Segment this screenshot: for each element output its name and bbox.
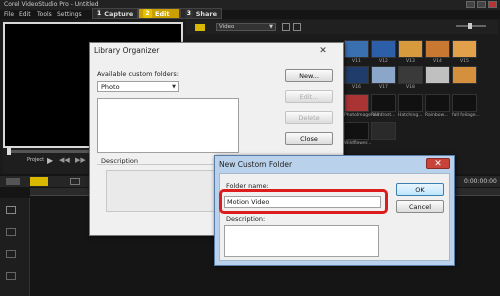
media-thumb[interactable] xyxy=(398,66,423,84)
description-input[interactable] xyxy=(224,225,379,257)
thumb-label: V16 xyxy=(352,85,361,90)
folder-list[interactable] xyxy=(97,98,239,153)
media-thumb[interactable] xyxy=(425,40,450,58)
minimize-button[interactable] xyxy=(466,1,475,8)
description-box xyxy=(106,170,216,212)
thumb-label: V14 xyxy=(433,59,442,64)
window-controls xyxy=(466,1,497,8)
timeline-view-icon[interactable] xyxy=(30,177,48,186)
thumb-label: Wildflower... xyxy=(344,141,372,146)
delete-folder-button[interactable]: Delete xyxy=(285,111,333,124)
undo-icon[interactable] xyxy=(70,178,80,185)
close-icon[interactable]: ✕ xyxy=(426,158,450,169)
media-thumb[interactable] xyxy=(371,94,396,112)
cancel-button[interactable]: Cancel xyxy=(396,200,444,213)
media-thumb[interactable] xyxy=(398,40,423,58)
import-media-icon[interactable] xyxy=(282,23,290,31)
media-thumb[interactable] xyxy=(425,66,450,84)
thumb-label: V11 xyxy=(352,59,361,64)
app-title-bar: Corel VideoStudio Pro - Untitled xyxy=(0,0,500,10)
media-thumb[interactable] xyxy=(452,66,477,84)
video-track-icon[interactable] xyxy=(6,206,16,214)
menu-bar: File Edit Tools Settings xyxy=(0,10,500,19)
available-folders-label: Available custom folders: xyxy=(97,70,179,78)
play-icon[interactable]: ▶ xyxy=(47,156,53,165)
scrubber-handle[interactable] xyxy=(7,148,11,155)
thumb-label: Rainfrost... xyxy=(371,113,396,118)
chevron-down-icon: ▼ xyxy=(269,24,273,30)
thumb-label: V17 xyxy=(379,85,388,90)
sort-icon[interactable] xyxy=(293,23,301,31)
close-dialog-button[interactable]: Close xyxy=(285,132,333,145)
new-custom-folder-dialog: New Custom Folder ✕ Folder name: Motion … xyxy=(214,155,455,266)
menu-file[interactable]: File xyxy=(4,11,14,18)
media-thumb[interactable] xyxy=(371,66,396,84)
media-thumb[interactable] xyxy=(344,40,369,58)
next-frame-icon[interactable]: ▶▶ xyxy=(75,156,86,164)
library-organizer-titlebar: Library Organizer xyxy=(90,43,343,57)
menu-tools[interactable]: Tools xyxy=(37,11,52,18)
thumb-label: V18 xyxy=(406,85,415,90)
folder-select[interactable]: Photo ▼ xyxy=(97,81,179,92)
previous-frame-icon[interactable]: ◀◀ xyxy=(59,156,70,164)
track-headers xyxy=(0,198,30,296)
media-thumb[interactable] xyxy=(344,66,369,84)
storyboard-view-icon[interactable] xyxy=(6,178,20,185)
media-thumb[interactable] xyxy=(344,94,369,112)
voice-track-icon[interactable] xyxy=(6,272,16,280)
menu-settings[interactable]: Settings xyxy=(57,11,82,18)
step-edit[interactable]: 2 Edit xyxy=(138,8,180,19)
media-thumb[interactable] xyxy=(425,94,450,112)
thumb-label: V12 xyxy=(379,59,388,64)
thumb-label: V15 xyxy=(460,59,469,64)
dialog-title: Library Organizer xyxy=(94,45,160,55)
edit-folder-button[interactable]: Edit... xyxy=(285,90,333,103)
thumb-label: fall foliage... xyxy=(452,113,480,118)
ok-button[interactable]: OK xyxy=(396,183,444,196)
dialog-title: New Custom Folder xyxy=(219,159,293,169)
overlay-track-icon[interactable] xyxy=(6,228,16,236)
folder-icon[interactable] xyxy=(195,24,205,31)
thumb-label: Hatching... xyxy=(398,113,423,118)
media-thumb[interactable] xyxy=(452,40,477,58)
menu-edit[interactable]: Edit xyxy=(19,11,31,18)
media-thumb[interactable] xyxy=(371,40,396,58)
maximize-button[interactable] xyxy=(477,1,486,8)
step-share[interactable]: 3 Share xyxy=(180,8,222,19)
title-track-icon[interactable] xyxy=(6,250,16,258)
slider-handle[interactable] xyxy=(468,23,472,29)
media-thumb[interactable] xyxy=(452,94,477,112)
media-thumb[interactable] xyxy=(344,122,369,140)
workflow-steps: 1 Capture 2 Edit 3 Share xyxy=(92,8,222,19)
close-button[interactable] xyxy=(488,1,497,8)
description-label: Description: xyxy=(226,215,266,223)
library-category-select[interactable]: Video ▼ xyxy=(216,23,276,31)
chevron-down-icon: ▼ xyxy=(172,84,176,90)
highlight-box xyxy=(219,189,388,214)
project-mode-label[interactable]: Project xyxy=(27,157,44,163)
media-thumb[interactable] xyxy=(398,94,423,112)
close-icon[interactable]: ✕ xyxy=(309,45,337,56)
thumb-label: V13 xyxy=(406,59,415,64)
media-thumb[interactable] xyxy=(371,122,396,140)
timecode-display: 0:00:00:00 xyxy=(464,178,497,185)
step-capture[interactable]: 1 Capture xyxy=(92,8,138,19)
app-title: Corel VideoStudio Pro - Untitled xyxy=(4,1,99,8)
new-folder-titlebar: New Custom Folder xyxy=(215,156,454,172)
new-folder-button[interactable]: New... xyxy=(285,69,333,82)
thumb-label: Rainbow... xyxy=(425,113,449,118)
